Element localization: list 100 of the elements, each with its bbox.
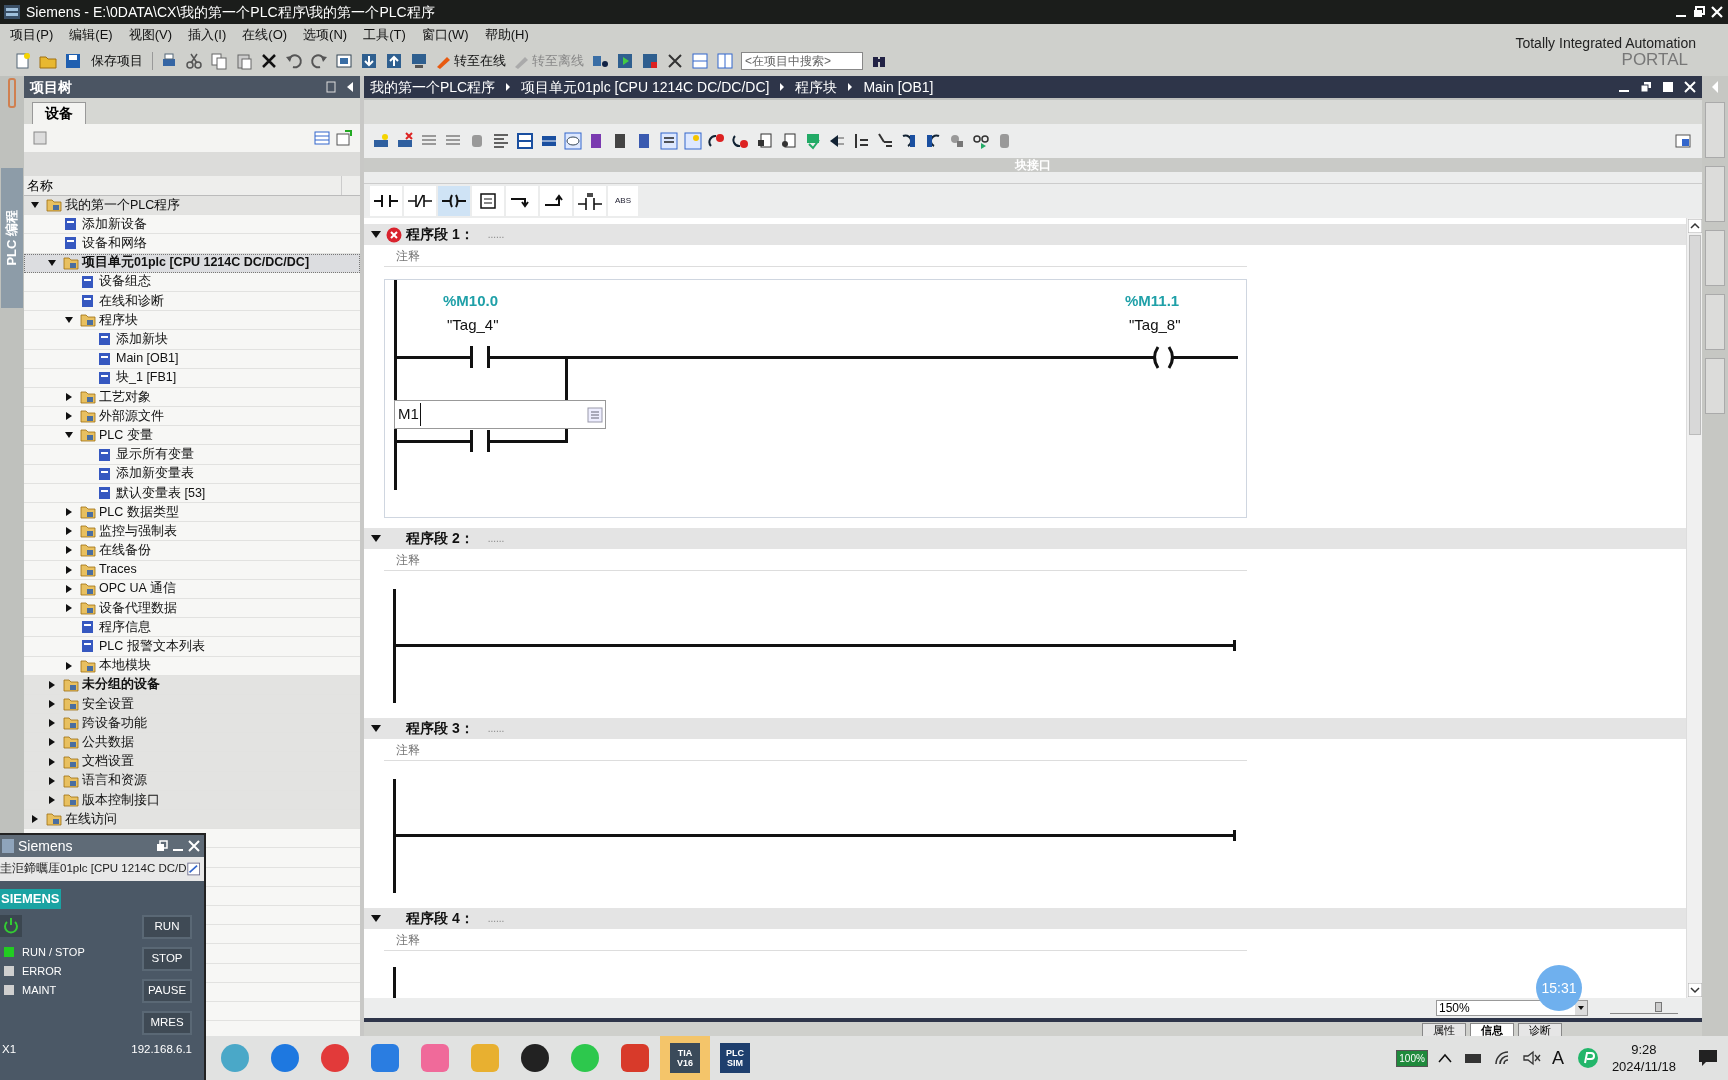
tray-app-icon[interactable] bbox=[1577, 1048, 1598, 1068]
devices-tab[interactable]: 设备 bbox=[32, 102, 86, 124]
menu-item[interactable]: 项目(P) bbox=[10, 25, 54, 45]
lines-icon[interactable] bbox=[876, 132, 894, 150]
insert-network-icon[interactable] bbox=[372, 132, 390, 150]
simulation-icon[interactable] bbox=[616, 52, 634, 70]
coil-symbol[interactable] bbox=[1153, 345, 1174, 370]
stop-sim-icon[interactable] bbox=[641, 52, 659, 70]
window-icon[interactable] bbox=[1674, 132, 1692, 150]
collapsed-arrow-icon[interactable] bbox=[30, 814, 40, 825]
network-title[interactable]: 程序段 1： bbox=[406, 224, 474, 245]
battery-icon[interactable] bbox=[1463, 1051, 1482, 1065]
compile-icon[interactable] bbox=[335, 52, 353, 70]
tree-item[interactable]: 外部源文件 bbox=[24, 407, 360, 427]
collapsed-arrow-icon[interactable] bbox=[47, 737, 57, 748]
glasses-icon[interactable] bbox=[972, 132, 990, 150]
page-icon[interactable] bbox=[756, 132, 774, 150]
undo-icon[interactable] bbox=[285, 52, 303, 70]
collapsed-arrow-icon[interactable] bbox=[47, 718, 57, 729]
menu-item[interactable]: 编辑(E) bbox=[69, 25, 113, 45]
cut-icon[interactable] bbox=[185, 52, 203, 70]
contact-symbol[interactable] bbox=[470, 346, 490, 368]
panel-tab[interactable]: 诊断 bbox=[1518, 1023, 1562, 1036]
download-icon[interactable] bbox=[360, 52, 378, 70]
close-branch-button[interactable] bbox=[540, 186, 572, 216]
scroll-down-icon[interactable] bbox=[1687, 983, 1702, 997]
network-title[interactable]: 程序段 2： bbox=[406, 528, 474, 549]
tree-item[interactable]: 我的第一个PLC程序 bbox=[24, 196, 360, 216]
delete-network-icon[interactable] bbox=[396, 132, 414, 150]
comment-field[interactable]: 注释 bbox=[396, 930, 420, 949]
save-project-button[interactable]: 保存项目 bbox=[89, 51, 145, 71]
simulator-button[interactable]: RUN bbox=[142, 914, 192, 939]
expanded-arrow-icon[interactable] bbox=[370, 913, 382, 924]
collapsed-arrow-icon[interactable] bbox=[47, 794, 57, 805]
tag-icon[interactable] bbox=[948, 132, 966, 150]
restore-icon[interactable] bbox=[1640, 81, 1652, 93]
simulator-button[interactable]: MRES bbox=[142, 1010, 192, 1035]
tree-item[interactable]: 在线备份 bbox=[24, 541, 360, 561]
page-icon[interactable] bbox=[780, 132, 798, 150]
expanded-arrow-icon[interactable] bbox=[47, 257, 57, 268]
coil-button[interactable] bbox=[438, 186, 470, 216]
network-title[interactable]: 程序段 4： bbox=[406, 908, 474, 929]
collapsed-arrow-icon[interactable] bbox=[47, 698, 57, 709]
branch-contact-symbol[interactable] bbox=[470, 430, 490, 452]
split-vertical-icon[interactable] bbox=[716, 52, 734, 70]
operand-input-field[interactable]: M1 bbox=[394, 400, 606, 429]
tree-item[interactable]: 版本控制接口 bbox=[24, 790, 360, 810]
menu-item[interactable]: 视图(V) bbox=[128, 25, 173, 45]
collapsed-arrow-icon[interactable] bbox=[64, 391, 74, 402]
expanded-arrow-icon[interactable] bbox=[370, 723, 382, 734]
menu-item[interactable]: 工具(T) bbox=[363, 25, 406, 45]
tree-item[interactable]: 程序块 bbox=[24, 311, 360, 331]
redo-icon[interactable] bbox=[310, 52, 328, 70]
menu-item[interactable]: 在线(O) bbox=[242, 25, 288, 45]
tree-item[interactable]: 工艺对象 bbox=[24, 387, 360, 408]
maximize-icon[interactable] bbox=[1662, 81, 1674, 93]
comment-field[interactable]: 注释 bbox=[396, 740, 420, 759]
tree-item[interactable]: 默认变量表 [53] bbox=[24, 483, 360, 503]
menu-item[interactable]: 窗口(W) bbox=[421, 25, 469, 45]
scrollbar-thumb[interactable] bbox=[1688, 235, 1701, 435]
panel-tab[interactable]: 属性 bbox=[1422, 1023, 1466, 1036]
tree-item[interactable]: 跨设备功能 bbox=[24, 714, 360, 734]
arrow-icon[interactable] bbox=[828, 132, 846, 150]
tag-name[interactable]: "Tag_4" bbox=[447, 314, 499, 337]
tree-item[interactable]: 在线和诊断 bbox=[24, 291, 360, 312]
tree-item[interactable]: 文档设置 bbox=[24, 752, 360, 772]
tree-item[interactable]: 块_1 [FB1] bbox=[24, 368, 360, 388]
collapsed-arrow-icon[interactable] bbox=[64, 526, 74, 537]
input-method-indicator[interactable]: A bbox=[1551, 1044, 1564, 1072]
app-icon[interactable]: TIA V16 bbox=[670, 1043, 700, 1073]
collapsed-arrow-icon[interactable] bbox=[64, 603, 74, 614]
tree-item[interactable]: 添加新设备 bbox=[24, 215, 360, 235]
collapsed-arrow-icon[interactable] bbox=[47, 775, 57, 786]
collapsed-arrow-icon[interactable] bbox=[47, 756, 57, 767]
clock-date[interactable]: 2024/11/18 bbox=[1611, 1058, 1676, 1075]
tree-item[interactable]: 设备代理数据 bbox=[24, 598, 360, 619]
expanded-arrow-icon[interactable] bbox=[370, 533, 382, 544]
paste-icon[interactable] bbox=[235, 52, 253, 70]
tree-item[interactable]: 安全设置 bbox=[24, 694, 360, 715]
expand-view-icon[interactable] bbox=[186, 861, 200, 877]
splitter-handle[interactable] bbox=[8, 78, 16, 108]
tree-item[interactable]: PLC 变量 bbox=[24, 426, 360, 446]
expanded-arrow-icon[interactable] bbox=[370, 229, 382, 240]
tree-item[interactable]: 程序信息 bbox=[24, 618, 360, 638]
tree-item[interactable]: 公共数据 bbox=[24, 733, 360, 753]
tree-item[interactable]: OPC UA 通信 bbox=[24, 579, 360, 599]
simulator-button[interactable]: PAUSE bbox=[142, 978, 192, 1003]
tree-item[interactable]: 显示所有变量 bbox=[24, 445, 360, 465]
tree-item[interactable]: 添加新变量表 bbox=[24, 464, 360, 484]
bookmark-icon[interactable] bbox=[900, 132, 918, 150]
split-horizontal-icon[interactable] bbox=[691, 52, 709, 70]
notification-icon[interactable] bbox=[1698, 1049, 1718, 1067]
simulator-button[interactable]: STOP bbox=[142, 946, 192, 971]
comment-field[interactable]: 注释 bbox=[396, 246, 420, 265]
caret-icon[interactable] bbox=[1437, 1053, 1452, 1063]
collapsed-arrow-icon[interactable] bbox=[64, 660, 74, 671]
abs-button[interactable]: ABS bbox=[608, 186, 638, 216]
tree-item[interactable]: PLC 报警文本列表 bbox=[24, 637, 360, 657]
breadcrumb-link[interactable]: 项目单元01plc [CPU 1214C DC/DC/DC] bbox=[521, 76, 770, 98]
save-icon[interactable] bbox=[64, 52, 82, 70]
